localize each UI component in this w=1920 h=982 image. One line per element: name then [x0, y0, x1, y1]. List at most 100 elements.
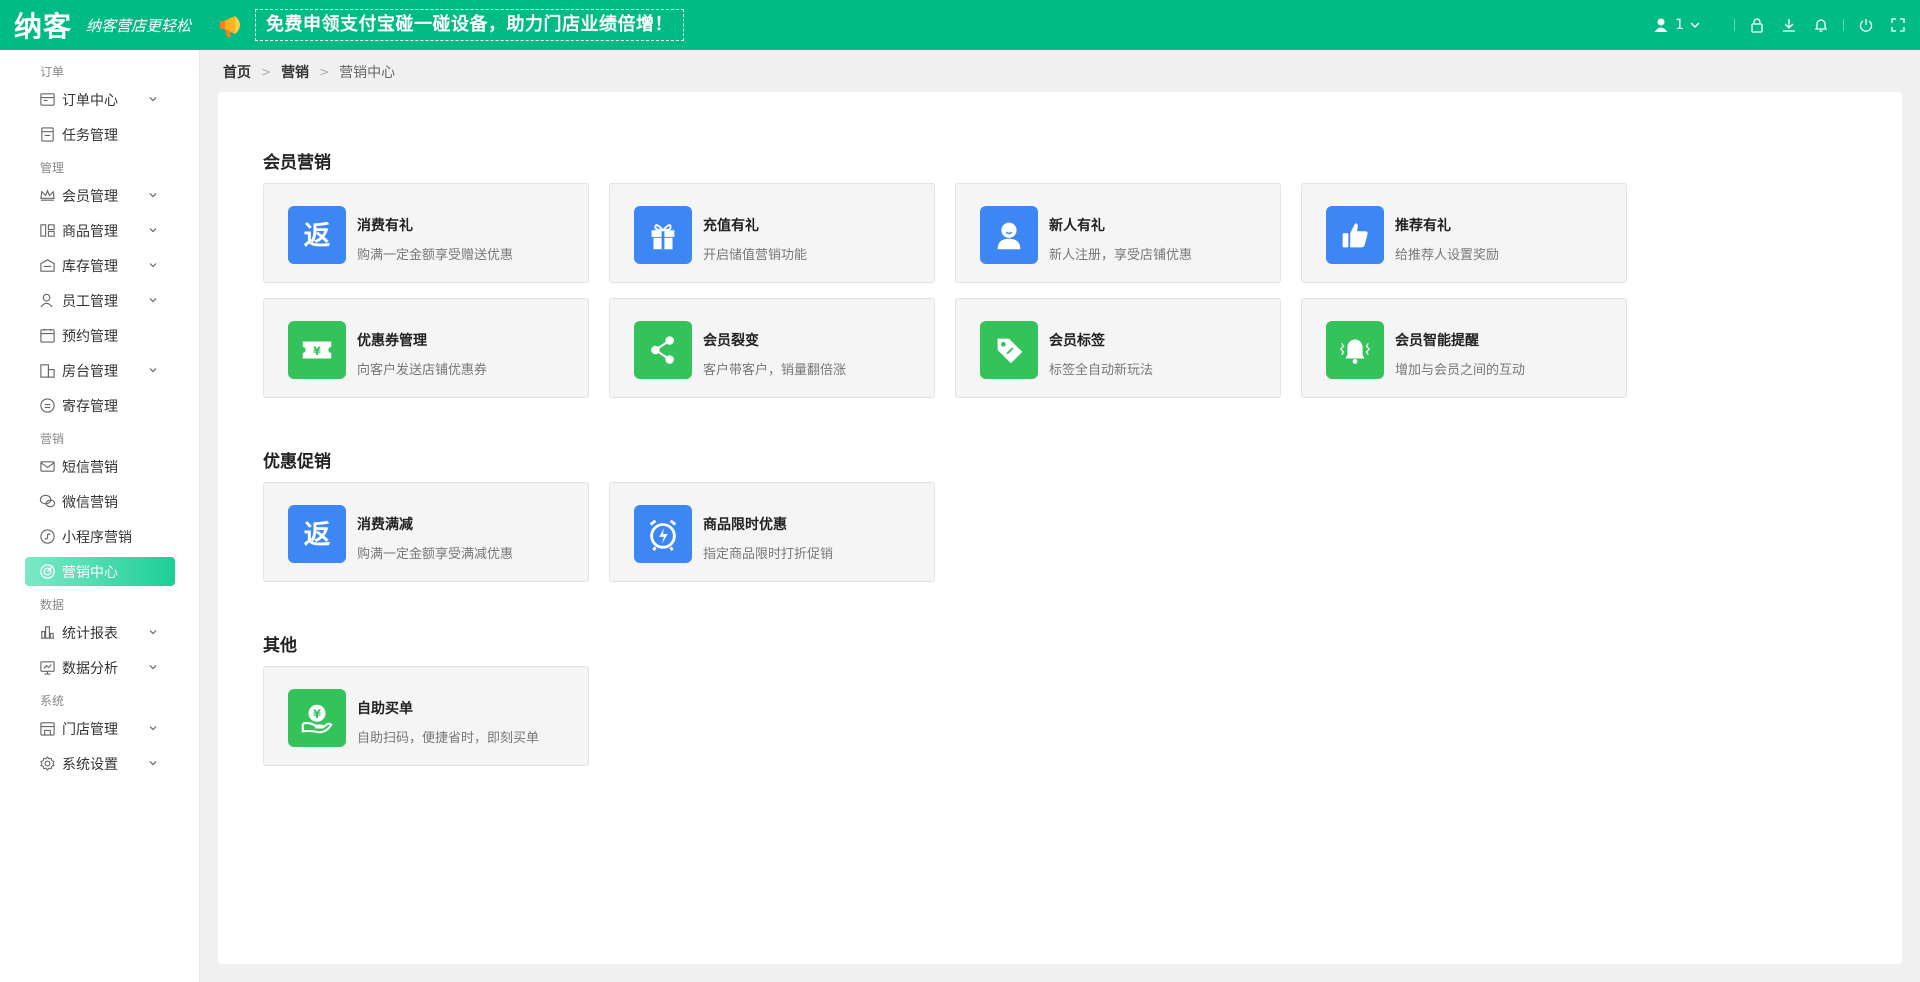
- sidebar-item-label: 统计报表: [62, 625, 118, 642]
- sidebar-item-marketing-center[interactable]: 营销中心: [25, 557, 175, 586]
- svg-text:返: 返: [304, 221, 331, 252]
- sidebar-group-marketing: 营销: [40, 432, 65, 446]
- section-title-member: 会员营销: [263, 153, 331, 173]
- chevron-down-icon: [149, 726, 157, 731]
- sidebar-item-system-settings[interactable]: 系统设置: [0, 746, 199, 781]
- wechat-icon: [38, 493, 56, 511]
- sidebar-item-label: 库存管理: [62, 258, 118, 275]
- user-icon: [1654, 18, 1668, 32]
- sidebar-item-label: 任务管理: [62, 127, 118, 144]
- sidebar-item-deposit-mgmt[interactable]: 寄存管理: [0, 388, 199, 423]
- sidebar-item-sms-marketing[interactable]: 短信营销: [0, 449, 199, 484]
- chevron-down-icon: [149, 298, 157, 303]
- download-icon[interactable]: [1779, 15, 1799, 35]
- sidebar-item-label: 营销中心: [62, 564, 118, 581]
- monitor-icon: [38, 659, 56, 677]
- mail-icon: [38, 458, 56, 476]
- svg-text:返: 返: [304, 520, 331, 551]
- card-desc: 新人注册，享受店铺优惠: [1049, 248, 1193, 263]
- sidebar-item-member-mgmt[interactable]: 会员管理: [0, 178, 199, 213]
- task-icon: [38, 126, 56, 144]
- goods-icon: [38, 222, 56, 240]
- card-referral-gift[interactable]: 推荐有礼 给推荐人设置奖励: [1301, 183, 1627, 283]
- sidebar-item-miniapp-marketing[interactable]: 小程序营销: [0, 519, 199, 554]
- logo: 纳客: [14, 10, 73, 43]
- sidebar-item-report-stats[interactable]: 统计报表: [0, 615, 199, 650]
- card-self-checkout[interactable]: ¥ 自助买单 自助扫码，便捷省时，即刻买单: [263, 666, 589, 766]
- return-icon: 返: [288, 206, 346, 264]
- promo-banner[interactable]: 免费申领支付宝碰一碰设备，助力门店业绩倍增！: [217, 8, 685, 42]
- breadcrumb: 首页 > 营销 > 营销中心: [223, 62, 395, 82]
- header-divider: [1843, 19, 1844, 31]
- bell-icon[interactable]: [1811, 15, 1831, 35]
- card-title: 会员智能提醒: [1395, 333, 1479, 349]
- chevron-down-icon: [149, 97, 157, 102]
- card-consume-gift[interactable]: 返 消费有礼 购满一定金额享受赠送优惠: [263, 183, 589, 283]
- card-desc: 向客户发送店铺优惠券: [357, 363, 488, 378]
- card-member-fission[interactable]: 会员裂变 客户带客户，销量翻倍涨: [609, 298, 935, 398]
- share-icon: [634, 321, 692, 379]
- lock-icon[interactable]: [1747, 15, 1767, 35]
- card-title: 推荐有礼: [1395, 218, 1451, 234]
- sidebar-item-label: 系统设置: [62, 756, 118, 773]
- sidebar: 订单 订单中心 任务管理 管理 会员管理 商品管理 库存管理 员工管理 预约管理…: [0, 50, 200, 982]
- sidebar-item-stock-mgmt[interactable]: 库存管理: [0, 248, 199, 283]
- sidebar-item-label: 短信营销: [62, 459, 118, 476]
- breadcrumb-marketing[interactable]: 营销: [281, 62, 309, 82]
- card-member-smart-reminder[interactable]: 会员智能提醒 增加与会员之间的互动: [1301, 298, 1627, 398]
- chevron-down-icon: [149, 761, 157, 766]
- card-title: 新人有礼: [1049, 218, 1105, 234]
- miniapp-icon: [38, 528, 56, 546]
- card-title: 会员标签: [1049, 333, 1105, 349]
- sidebar-item-label: 数据分析: [62, 660, 118, 677]
- sidebar-item-booking-mgmt[interactable]: 预约管理: [0, 318, 199, 353]
- card-desc: 标签全自动新玩法: [1049, 363, 1154, 378]
- card-coupon-mgmt[interactable]: ¥ 优惠券管理 向客户发送店铺优惠券: [263, 298, 589, 398]
- sidebar-item-order-center[interactable]: 订单中心: [0, 82, 199, 117]
- svg-text:¥: ¥: [313, 344, 321, 358]
- megaphone-icon: [217, 8, 251, 42]
- breadcrumb-home[interactable]: 首页: [223, 62, 251, 82]
- sidebar-item-label: 预约管理: [62, 328, 118, 345]
- card-recharge-gift[interactable]: 充值有礼 开启储值营销功能: [609, 183, 935, 283]
- user-menu[interactable]: 1: [1653, 17, 1706, 33]
- warehouse-icon: [38, 257, 56, 275]
- card-title: 消费满减: [357, 517, 413, 533]
- sidebar-group-order: 订单: [40, 65, 65, 79]
- fullscreen-icon[interactable]: [1888, 15, 1908, 35]
- sidebar-item-wechat-marketing[interactable]: 微信营销: [0, 484, 199, 519]
- card-title: 消费有礼: [357, 218, 413, 234]
- card-limited-time-discount[interactable]: 商品限时优惠 指定商品限时打折促销: [609, 482, 935, 582]
- card-member-tag[interactable]: 会员标签 标签全自动新玩法: [955, 298, 1281, 398]
- logo-slogan: 纳客营店更轻松: [86, 16, 192, 35]
- card-title: 自助买单: [357, 701, 413, 717]
- bar-chart-icon: [38, 624, 56, 642]
- staff-icon: [38, 292, 56, 310]
- sidebar-item-label: 商品管理: [62, 223, 118, 240]
- card-title: 充值有礼: [703, 218, 759, 234]
- sidebar-item-store-mgmt[interactable]: 门店管理: [0, 711, 199, 746]
- card-newcomer-gift[interactable]: 新人有礼 新人注册，享受店铺优惠: [955, 183, 1281, 283]
- card-desc: 自助扫码，便捷省时，即刻买单: [357, 731, 540, 746]
- card-full-reduction[interactable]: 返 消费满减 购满一定金额享受满减优惠: [263, 482, 589, 582]
- sidebar-item-data-analysis[interactable]: 数据分析: [0, 650, 199, 685]
- power-icon[interactable]: [1856, 15, 1876, 35]
- building-icon: [38, 362, 56, 380]
- chevron-down-icon: [149, 665, 157, 670]
- gift-icon: [634, 206, 692, 264]
- header-actions: 1: [1653, 0, 1920, 50]
- sidebar-item-room-mgmt[interactable]: 房台管理: [0, 353, 199, 388]
- chevron-right-icon: >: [261, 65, 272, 79]
- coupon-icon: ¥: [288, 321, 346, 379]
- sidebar-item-goods-mgmt[interactable]: 商品管理: [0, 213, 199, 248]
- chevron-down-icon: [149, 630, 157, 635]
- svg-text:¥: ¥: [313, 707, 321, 721]
- gear-icon: [38, 755, 56, 773]
- card-desc: 开启储值营销功能: [703, 248, 808, 263]
- sidebar-item-label: 员工管理: [62, 293, 118, 310]
- store-icon: [38, 720, 56, 738]
- chevron-down-icon: [149, 263, 157, 268]
- sidebar-item-task-mgmt[interactable]: 任务管理: [0, 117, 199, 152]
- sidebar-item-staff-mgmt[interactable]: 员工管理: [0, 283, 199, 318]
- card-title: 会员裂变: [703, 333, 759, 349]
